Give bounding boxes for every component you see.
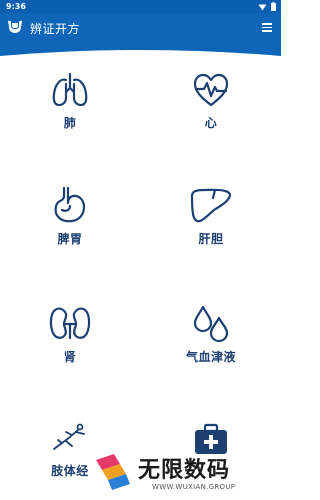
category-label: 脾胃 bbox=[57, 232, 83, 246]
battery-icon bbox=[271, 2, 276, 11]
watermark-logo-icon bbox=[96, 454, 130, 490]
watermark-subtitle: WWW.WUXIAN.GROUP bbox=[152, 483, 236, 491]
category-heart[interactable]: 心 bbox=[156, 70, 266, 150]
category-label: 肺 bbox=[63, 116, 77, 130]
status-time: 9:36 bbox=[6, 2, 26, 11]
menu-button[interactable] bbox=[261, 21, 273, 33]
app-title: 辨证开方 bbox=[30, 22, 81, 36]
body-figure-icon bbox=[53, 423, 85, 450]
category-liver-gallbladder[interactable]: 肝胆 bbox=[156, 186, 266, 266]
watermark: 无限数码 WWW.WUXIAN.GROUP bbox=[92, 448, 281, 500]
stomach-icon bbox=[54, 186, 86, 223]
category-label: 肝胆 bbox=[198, 232, 224, 246]
wifi-icon bbox=[258, 4, 267, 10]
drops-icon bbox=[193, 305, 229, 343]
status-icons bbox=[258, 2, 276, 11]
heart-pulse-icon bbox=[193, 73, 229, 107]
category-label: 气血津液 bbox=[185, 350, 236, 364]
category-kidney[interactable]: 肾 bbox=[15, 304, 125, 384]
liver-icon bbox=[190, 188, 232, 223]
lungs-icon bbox=[52, 72, 88, 107]
header-curve bbox=[0, 42, 281, 56]
status-bar: 9:36 bbox=[0, 0, 281, 13]
app-bar: 辨证开方 bbox=[0, 13, 281, 42]
watermark-title: 无限数码 bbox=[138, 458, 231, 483]
category-spleen-stomach[interactable]: 脾胃 bbox=[15, 186, 125, 266]
menu-icon bbox=[261, 23, 273, 32]
category-lungs[interactable]: 肺 bbox=[15, 70, 125, 150]
category-qi-blood-fluids[interactable]: 气血津液 bbox=[156, 304, 266, 384]
app-logo-icon bbox=[8, 20, 22, 33]
category-label: 心 bbox=[204, 116, 218, 130]
category-label: 肾 bbox=[63, 350, 77, 364]
kidney-icon bbox=[49, 307, 91, 340]
